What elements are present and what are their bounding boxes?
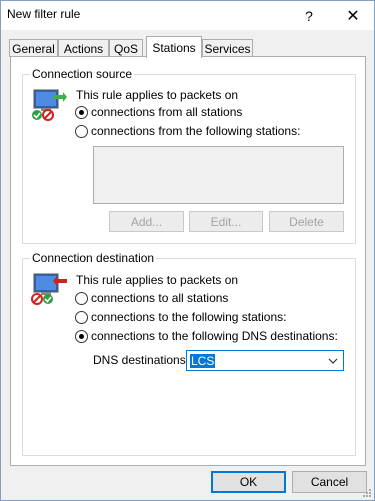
- source-delete-button[interactable]: Delete: [269, 211, 344, 232]
- radio-to-dns-destinations[interactable]: connections to the following DNS destina…: [75, 329, 338, 343]
- radio-button-checked[interactable]: [75, 329, 88, 343]
- radio-label: connections from the following stations:: [91, 124, 301, 138]
- tab-stations[interactable]: Stations: [146, 36, 202, 58]
- radio-button[interactable]: [75, 124, 88, 138]
- tab-label: Stations: [152, 40, 196, 55]
- chevron-down-icon[interactable]: [327, 353, 339, 368]
- radio-label: connections to all stations: [91, 291, 229, 305]
- destination-intro-text: This rule applies to packets on: [76, 273, 239, 287]
- radio-button[interactable]: [75, 310, 88, 324]
- dns-destinations-value: LCS: [190, 354, 216, 368]
- button-label: Edit...: [210, 214, 242, 229]
- help-icon: ?: [305, 7, 313, 24]
- radio-from-all-stations[interactable]: connections from all stations: [75, 105, 242, 119]
- button-label: Add...: [130, 214, 163, 229]
- button-label: Delete: [289, 214, 324, 229]
- resize-grip-icon[interactable]: [362, 488, 372, 498]
- title-bar: New filter rule ? ✕: [1, 1, 374, 30]
- connection-destination-label: Connection destination: [30, 251, 157, 265]
- radio-label: connections to the following stations:: [91, 310, 287, 324]
- button-label: Cancel: [310, 475, 349, 489]
- radio-button[interactable]: [75, 291, 88, 305]
- tab-label: QoS: [113, 41, 138, 56]
- source-edit-button[interactable]: Edit...: [189, 211, 263, 232]
- network-station-deny-icon: [31, 273, 67, 305]
- radio-to-following-stations[interactable]: connections to the following stations:: [75, 310, 286, 324]
- network-station-allow-icon: [32, 89, 67, 121]
- radio-from-following-stations[interactable]: connections from the following stations:: [75, 124, 300, 138]
- filter-rule-dialog: New filter rule ? ✕ General Actions QoS …: [0, 0, 375, 501]
- tab-label: Services: [204, 41, 251, 56]
- radio-to-all-stations[interactable]: connections to all stations: [75, 291, 228, 305]
- tab-general[interactable]: General: [9, 39, 58, 57]
- window-title: New filter rule: [7, 7, 81, 21]
- source-intro-text: This rule applies to packets on: [76, 88, 239, 102]
- close-icon: ✕: [346, 7, 360, 25]
- close-button[interactable]: ✕: [336, 1, 370, 30]
- radio-button-checked[interactable]: [75, 105, 88, 119]
- cancel-button[interactable]: Cancel: [292, 471, 367, 493]
- ok-button[interactable]: OK: [211, 471, 286, 493]
- help-button[interactable]: ?: [292, 1, 326, 30]
- tab-actions[interactable]: Actions: [58, 39, 109, 57]
- dns-destinations-combobox[interactable]: LCS: [186, 350, 344, 371]
- stations-tab-panel: Connection source This rule applies to p…: [10, 56, 366, 466]
- button-label: OK: [239, 475, 258, 489]
- radio-label: connections from all stations: [91, 105, 243, 119]
- source-add-button[interactable]: Add...: [109, 211, 184, 232]
- source-stations-list[interactable]: [93, 146, 344, 204]
- tab-label: General: [12, 41, 55, 56]
- radio-label: connections to the following DNS destina…: [91, 329, 338, 343]
- connection-source-label: Connection source: [30, 67, 135, 81]
- dns-destinations-label: DNS destinations:: [93, 353, 190, 367]
- tab-qos[interactable]: QoS: [109, 39, 143, 57]
- tab-label: Actions: [63, 41, 104, 56]
- tab-services[interactable]: Services: [202, 39, 253, 57]
